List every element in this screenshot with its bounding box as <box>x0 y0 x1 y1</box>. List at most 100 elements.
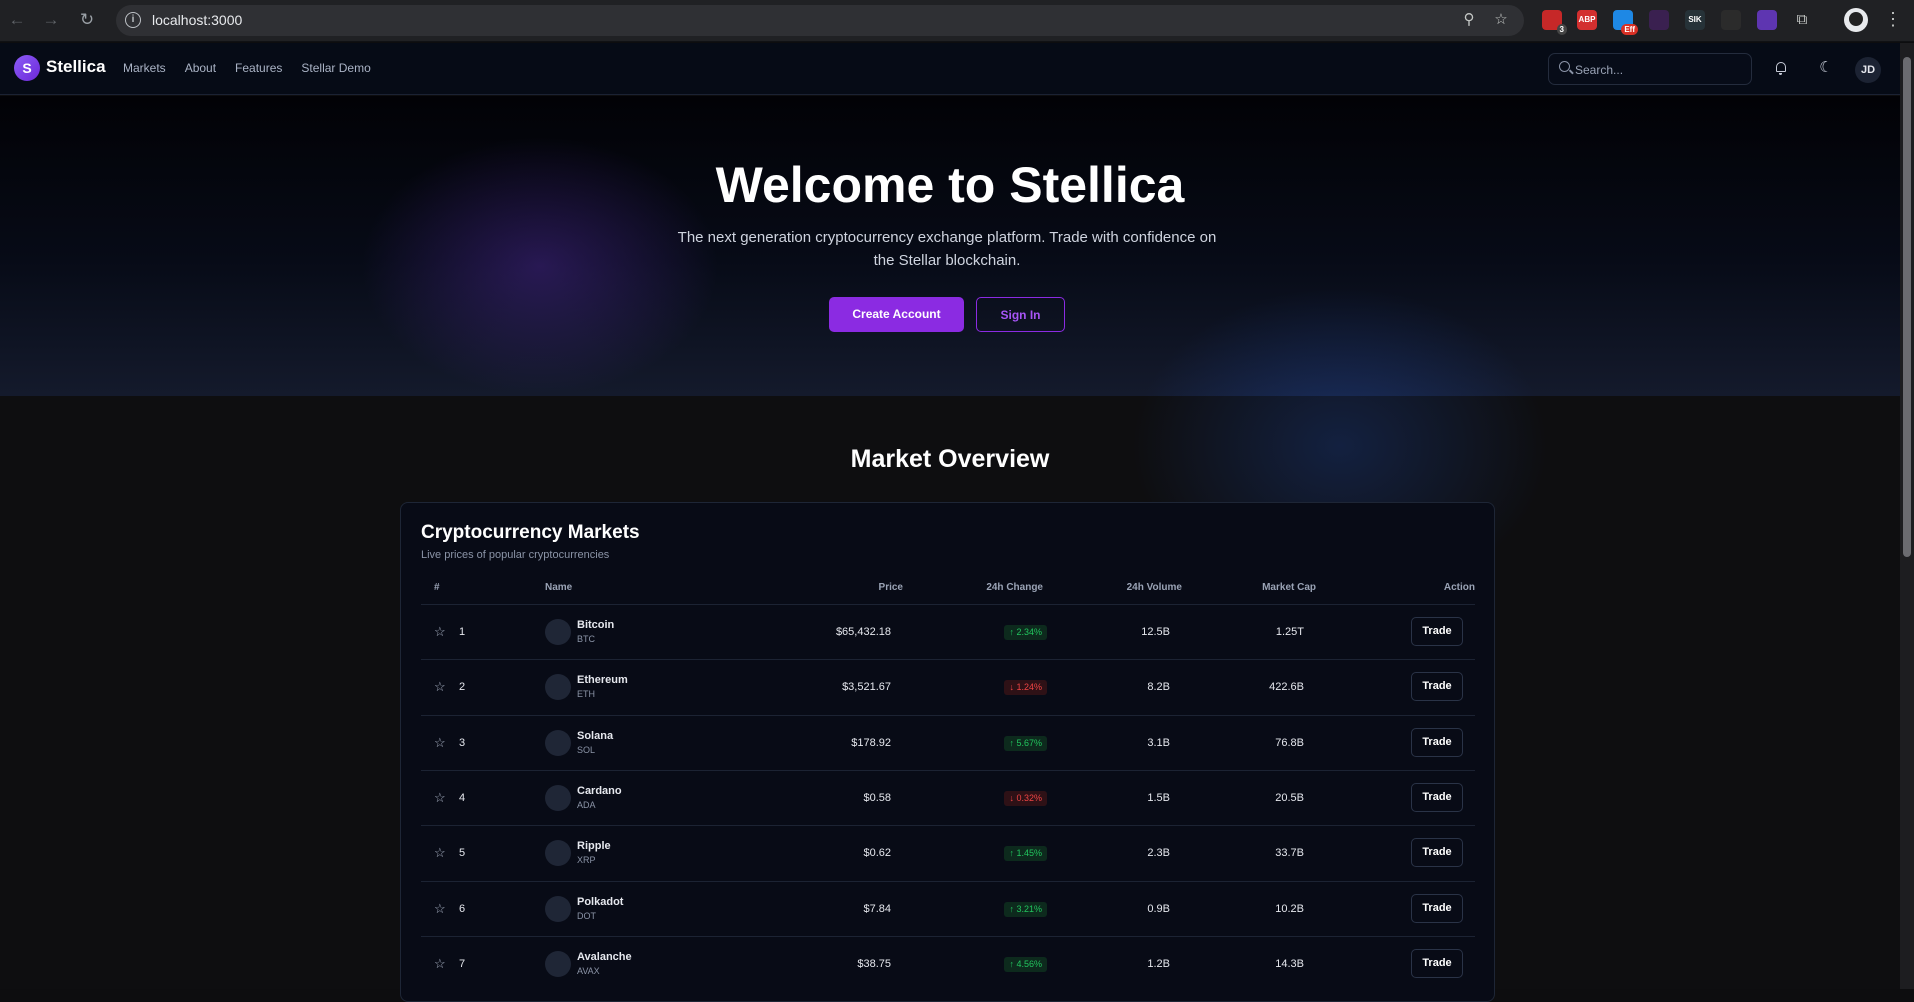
change-badge: ↑ 2.34% <box>1004 625 1047 640</box>
hero-subtitle: The next generation cryptocurrency excha… <box>677 229 1217 269</box>
favorite-star-icon[interactable]: ☆ <box>434 625 448 639</box>
price-cell: $7.84 <box>863 902 891 915</box>
rank-cell: 6 <box>459 902 466 915</box>
favorite-star-icon[interactable]: ☆ <box>434 680 448 694</box>
site-info-icon[interactable]: i <box>125 12 141 28</box>
nav-link-features[interactable]: Features <box>235 61 282 75</box>
forward-arrow-icon[interactable]: → <box>40 9 62 31</box>
ext-5-extension-icon[interactable]: SIK <box>1685 10 1705 30</box>
extensions-puzzle-icon[interactable]: ⧉ <box>1793 11 1811 29</box>
reload-icon[interactable]: ↻ <box>76 9 98 31</box>
scrollbar-thumb[interactable] <box>1903 57 1911 557</box>
change-badge: ↓ 1.24% <box>1004 680 1047 696</box>
extension-badge: Eff <box>1621 24 1638 35</box>
search-input[interactable] <box>1575 60 1745 79</box>
search-box <box>1548 53 1752 85</box>
trade-button[interactable]: Trade <box>1411 948 1463 978</box>
market-cap-cell: 1.25T <box>1275 626 1304 638</box>
favorite-star-icon[interactable]: ☆ <box>434 956 448 971</box>
browser-menu-icon[interactable]: ⋮ <box>1884 9 1902 30</box>
zoom-icon[interactable]: ⚲ <box>1460 11 1478 29</box>
adblock-plus-extension-icon[interactable]: ABP <box>1577 10 1597 30</box>
favorite-star-icon[interactable]: ☆ <box>434 901 448 916</box>
table-row[interactable]: ☆ 2 Ethereum ETH $3,521.67 ↓ 1.24% 8.2B 422.6B T… <box>421 659 1475 714</box>
coin-name[interactable]: Ripple <box>577 840 611 852</box>
column-header-24h-volume[interactable]: 24h Volume <box>1127 582 1182 593</box>
create-account-button[interactable]: Create Account <box>829 297 964 332</box>
market-overview-title: Market Overview <box>850 445 1050 473</box>
trade-button[interactable]: Trade <box>1411 893 1463 923</box>
rank-cell: 2 <box>459 681 466 694</box>
rank-cell: 1 <box>459 626 466 638</box>
coin-logo <box>545 674 571 701</box>
market-cap-cell: 14.3B <box>1275 957 1304 970</box>
coin-symbol: DOT <box>577 910 596 921</box>
card-subtitle: Live prices of popular cryptocurrencies <box>421 549 610 561</box>
table-row[interactable]: ☆ 3 Solana SOL $178.92 ↑ 5.67% 3.1B 76.8B Trade <box>421 714 1475 770</box>
volume-cell: 2.3B <box>1147 847 1170 860</box>
page-scrollbar[interactable] <box>1900 43 1914 989</box>
address-bar[interactable]: i localhost:3000 ⚲ ☆ <box>116 5 1524 36</box>
coin-name[interactable]: Ethereum <box>577 674 628 686</box>
ext-6-extension-icon[interactable] <box>1721 10 1741 30</box>
url-text[interactable]: localhost:3000 <box>152 12 242 28</box>
favorite-star-icon[interactable]: ☆ <box>434 735 448 750</box>
ext-7-extension-icon[interactable] <box>1757 10 1777 30</box>
volume-cell: 1.2B <box>1147 957 1170 970</box>
coin-name[interactable]: Avalanche <box>577 951 632 963</box>
hero-title: Welcome to Stellica <box>715 157 1185 213</box>
coin-name[interactable]: Solana <box>577 730 613 742</box>
ext-3-extension-icon[interactable]: Eff <box>1613 10 1638 35</box>
coin-name[interactable]: Bitcoin <box>577 619 614 631</box>
column-header-24h-change[interactable]: 24h Change <box>986 582 1043 593</box>
trade-button[interactable]: Trade <box>1411 672 1463 702</box>
theme-toggle-moon-icon[interactable]: ☾ <box>1817 59 1835 77</box>
notification-bell-icon[interactable] <box>1772 59 1790 77</box>
coin-logo <box>545 895 571 922</box>
column-header-market-cap[interactable]: Market Cap <box>1262 582 1316 593</box>
nav-link-markets[interactable]: Markets <box>123 61 166 75</box>
price-cell: $38.75 <box>857 957 891 970</box>
sign-in-button[interactable]: Sign In <box>976 297 1065 332</box>
coin-name[interactable]: Cardano <box>577 785 622 797</box>
nav-link-about[interactable]: About <box>185 61 216 75</box>
markets-card: Cryptocurrency Markets Live prices of po… <box>400 502 1495 1002</box>
column-header-name[interactable]: Name <box>545 582 572 593</box>
table-row[interactable]: ☆ 1 Bitcoin BTC $65,432.18 ↑ 2.34% 12.5B 1.25T T… <box>421 604 1475 659</box>
profile-avatar[interactable] <box>1844 8 1868 32</box>
favorite-star-icon[interactable]: ☆ <box>434 790 448 805</box>
coin-logo <box>545 619 571 645</box>
coin-symbol: AVAX <box>577 965 600 976</box>
logo-icon[interactable]: S <box>14 55 40 81</box>
coin-symbol: SOL <box>577 744 596 755</box>
price-cell: $65,432.18 <box>835 626 891 638</box>
back-arrow-icon[interactable]: ← <box>6 9 28 31</box>
table-row[interactable]: ☆ 6 Polkadot DOT $7.84 ↑ 3.21% 0.9B 10.2B Trade <box>421 880 1475 936</box>
brand-name[interactable]: Stellica <box>46 57 106 77</box>
favorite-star-icon[interactable]: ☆ <box>434 846 448 860</box>
hero-glow-blue <box>1130 286 1550 396</box>
bookmark-star-icon[interactable]: ☆ <box>1492 11 1510 29</box>
nav-link-stellar-demo[interactable]: Stellar Demo <box>301 61 370 75</box>
coin-name[interactable]: Polkadot <box>577 896 623 908</box>
trade-button[interactable]: Trade <box>1411 617 1463 646</box>
trade-button[interactable]: Trade <box>1411 727 1463 757</box>
coin-symbol: ADA <box>577 799 596 810</box>
table-row[interactable]: ☆ 7 Avalanche AVAX $38.75 ↑ 4.56% 1.2B 14.3B Tra… <box>421 935 1475 991</box>
extension-label: SIK <box>1688 15 1702 24</box>
table-row[interactable]: ☆ 5 Ripple XRP $0.62 ↑ 1.45% 2.3B 33.7B Trade <box>421 825 1475 880</box>
table-row[interactable]: ☆ 4 Cardano ADA $0.58 ↓ 0.32% 1.5B 20.5B Trade <box>421 769 1475 825</box>
coin-symbol: ETH <box>577 689 595 700</box>
trade-button[interactable]: Trade <box>1411 838 1463 868</box>
trade-button[interactable]: Trade <box>1411 782 1463 812</box>
extension-badge: 3 <box>1556 24 1567 35</box>
user-avatar[interactable]: JD <box>1855 57 1881 83</box>
column-header-action: Action <box>1443 582 1475 593</box>
ext-4-extension-icon[interactable] <box>1649 10 1669 30</box>
volume-cell: 0.9B <box>1147 902 1170 915</box>
coin-symbol: BTC <box>577 634 595 644</box>
ext-1-extension-icon[interactable]: 3 <box>1542 10 1567 35</box>
browser-toolbar: ← → ↻ i localhost:3000 ⚲ ☆ 3 ABP Eff SIK ⧉ … <box>0 0 1914 42</box>
column-header-price[interactable]: Price <box>879 582 903 593</box>
volume-cell: 3.1B <box>1147 736 1170 749</box>
